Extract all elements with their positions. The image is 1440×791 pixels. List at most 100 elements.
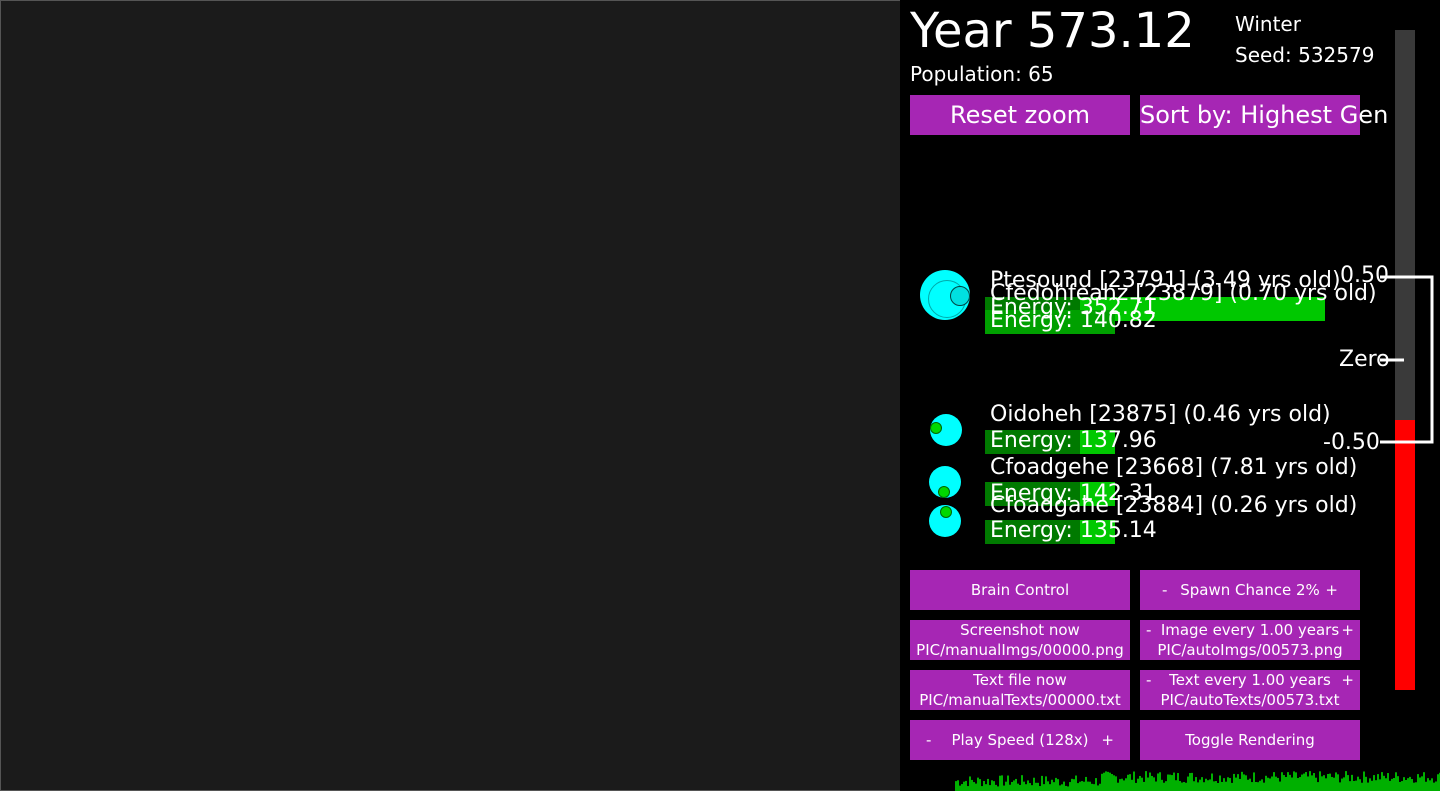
screenshot-now-label: Screenshot now [960, 621, 1080, 639]
histogram-bar [1351, 774, 1353, 791]
histogram-bar [1261, 779, 1263, 791]
histogram-bar [1087, 781, 1089, 791]
histogram-bar [1043, 784, 1045, 791]
histogram-bar [1039, 786, 1041, 791]
histogram-bar [1307, 776, 1309, 791]
histogram-bar [1317, 782, 1319, 791]
histogram-bar [1431, 778, 1433, 791]
creature-name[interactable]: Cfoadgehe [23668] (7.81 yrs old) [990, 455, 1357, 480]
histogram-bar [1175, 780, 1177, 791]
histogram-bar [1065, 785, 1067, 791]
histogram-bar [1083, 781, 1085, 791]
histogram-bar [973, 782, 975, 791]
histogram-bar [1015, 778, 1017, 791]
creature-energy: Energy: 135.14 [990, 518, 1157, 543]
world-view[interactable] [0, 0, 901, 791]
histogram-bar [1193, 781, 1195, 791]
histogram-bar [1329, 773, 1331, 791]
histogram-bar [1089, 781, 1091, 791]
image-interval-control[interactable]: - Image every 1.00 years + PIC/autoImgs/… [1140, 620, 1360, 660]
histogram-bar [993, 781, 995, 791]
play-speed-increase[interactable]: + [1101, 720, 1114, 760]
histogram-bar [1125, 778, 1127, 791]
histogram-bar [1141, 777, 1143, 791]
text-file-path: PIC/manualTexts/00000.txt [919, 691, 1121, 709]
histogram-bar [979, 779, 981, 791]
play-speed-decrease[interactable]: - [926, 720, 931, 760]
meter-zero-label: Zero [1339, 347, 1390, 372]
histogram-bar [1205, 778, 1207, 791]
text-interval-increase[interactable]: + [1341, 670, 1354, 690]
histogram-bar [1255, 782, 1257, 791]
histogram-bar [1253, 772, 1255, 791]
text-file-now-button[interactable]: Text file now PIC/manualTexts/00000.txt [910, 670, 1130, 710]
histogram-bar [1101, 773, 1103, 791]
histogram-bar [1123, 780, 1125, 791]
histogram-bar [1413, 782, 1415, 791]
play-speed-control[interactable]: - Play Speed (128x) + [910, 720, 1130, 760]
histogram-bar [1129, 774, 1131, 791]
histogram-bar [1075, 775, 1077, 791]
histogram-bar [1055, 777, 1057, 791]
histogram-bar [1285, 777, 1287, 791]
histogram-bar [1045, 776, 1047, 791]
histogram-bar [1167, 774, 1169, 791]
histogram-bar [1313, 773, 1315, 791]
seed-label: Seed: 532579 [1235, 43, 1375, 67]
histogram-bar [1003, 785, 1005, 791]
histogram-bar [957, 780, 959, 791]
toggle-rendering-button[interactable]: Toggle Rendering [1140, 720, 1360, 760]
histogram-bar [1113, 775, 1115, 791]
image-interval-increase[interactable]: + [1341, 620, 1354, 640]
histogram-bar [1289, 774, 1291, 791]
spawn-chance-decrease[interactable]: - [1162, 570, 1167, 610]
creature-mouth-icon [950, 286, 970, 306]
text-path: PIC/autoTexts/00573.txt [1160, 691, 1340, 709]
histogram-bar [1145, 771, 1147, 791]
histogram-bar [1407, 778, 1409, 791]
histogram-bar [1395, 772, 1397, 791]
histogram-bar [1293, 771, 1295, 791]
histogram-bar [1115, 776, 1117, 791]
screenshot-now-button[interactable]: Screenshot now PIC/manualImgs/00000.png [910, 620, 1130, 660]
histogram-bar [955, 781, 957, 791]
histogram-bar [1093, 784, 1095, 791]
histogram-bar [1233, 773, 1235, 791]
brain-meter-fill [1395, 420, 1415, 690]
histogram-bar [1237, 774, 1239, 791]
spawn-chance-increase[interactable]: + [1325, 570, 1338, 610]
histogram-bar [1019, 784, 1021, 791]
reset-zoom-button[interactable]: Reset zoom [910, 95, 1130, 135]
histogram-bar [1423, 772, 1425, 791]
histogram-bar [1337, 774, 1339, 791]
histogram-bar [1339, 782, 1341, 791]
histogram-bar [1073, 779, 1075, 791]
histogram-bar [1247, 779, 1249, 791]
histogram-bar [1257, 782, 1259, 791]
histogram-bar [1137, 778, 1139, 791]
brain-control-button[interactable]: Brain Control [910, 570, 1130, 610]
histogram-bar [1099, 783, 1101, 791]
histogram-bar [1151, 775, 1153, 791]
spawn-chance-control[interactable]: - Spawn Chance 2% + [1140, 570, 1360, 610]
histogram-bar [1199, 779, 1201, 791]
sort-by-button[interactable]: Sort by: Highest Gen [1140, 95, 1388, 135]
text-interval-control[interactable]: - Text every 1.00 years + PIC/autoTexts/… [1140, 670, 1360, 710]
histogram-bar [1245, 775, 1247, 791]
histogram-bar [1303, 773, 1305, 791]
image-interval-decrease[interactable]: - [1146, 620, 1151, 640]
histogram-bar [1061, 784, 1063, 791]
text-interval-decrease[interactable]: - [1146, 670, 1151, 690]
spawn-chance-label: Spawn Chance 2% [1180, 581, 1320, 599]
histogram-bar [1243, 774, 1245, 791]
histogram-bar [1435, 781, 1437, 791]
histogram-bar [1103, 772, 1105, 791]
histogram-bar [1341, 778, 1343, 791]
histogram-bar [1161, 779, 1163, 791]
histogram-bar [1287, 772, 1289, 791]
creature-name[interactable]: Oidoheh [23875] (0.46 yrs old) [990, 402, 1331, 427]
histogram-bar [1263, 782, 1265, 791]
histogram-bar [1295, 772, 1297, 791]
histogram-bar [971, 779, 973, 791]
histogram-bar [1399, 781, 1401, 791]
